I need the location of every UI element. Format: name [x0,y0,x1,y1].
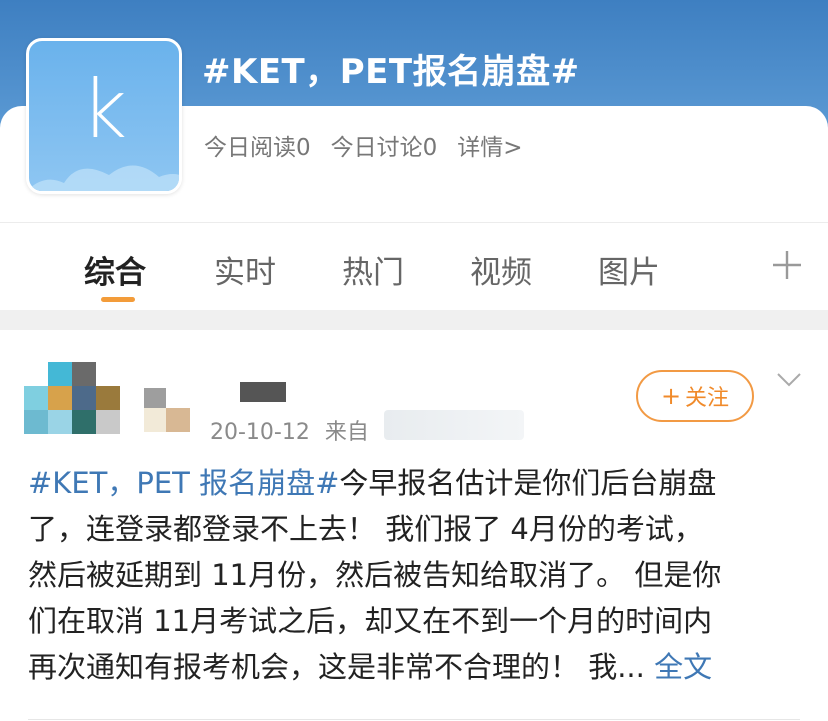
chevron-down-icon[interactable] [776,372,802,388]
follow-button[interactable]: + 关注 [636,370,754,422]
user-avatar-pixelated[interactable] [24,362,122,434]
post-source-label: 来自 [324,420,369,445]
post-meta: 20-10-12 来自 [210,414,369,446]
user-name-pixelated[interactable] [144,382,290,408]
tab-hot[interactable]: 热门 [342,247,404,292]
follow-label: 关注 [685,386,730,411]
hashtag-link[interactable]: #KET，PET 报名崩盘# [28,466,339,500]
post-line-3: 然后被延期到 11月份，然后被告知给取消了。 但是你 [28,558,722,592]
topic-stats: 今日阅读0 今日讨论0 详情> [204,128,523,162]
section-divider [0,310,828,330]
today-discussions: 今日讨论0 [330,135,438,161]
read-full-link[interactable]: 全文 [654,650,712,684]
active-tab-indicator [101,297,135,302]
topic-title: #KET，PET报名崩盘# [202,52,580,92]
user-name-pixelated-lower [144,408,190,432]
post-bottom-divider [28,719,800,720]
post-line-2: 了，连登录都登录不上去！ 我们报了 4月份的考试， [28,512,703,546]
add-tab-icon[interactable] [770,248,804,282]
post-text-segment: 今早报名估计是你们后台崩盘 [339,466,717,500]
today-reads: 今日阅读0 [204,135,311,161]
post-line-5: 再次通知有报考机会，这是非常不合理的！ 我... 全文 [28,644,796,690]
tab-images[interactable]: 图片 [598,247,660,292]
post-source-blurred [384,410,524,440]
tab-realtime[interactable]: 实时 [214,247,276,292]
topic-avatar: k [26,38,182,194]
post-line-1: #KET，PET 报名崩盘#今早报名估计是你们后台崩盘 [28,460,796,506]
post-text-segment: 再次通知有报考机会，这是非常不合理的！ 我... [28,650,645,684]
plus-icon: + [660,382,682,410]
details-link[interactable]: 详情> [457,128,522,162]
post-line-4: 们在取消 11月考试之后，却又在不到一个月的时间内 [28,604,713,638]
post-card: 20-10-12 来自 + 关注 #KET，PET 报名崩盘#今早报名估计是你们… [0,330,828,721]
post-date: 20-10-12 [210,420,310,445]
cloud-decoration [29,165,179,191]
tab-comprehensive[interactable]: 综合 [84,247,146,292]
tab-video[interactable]: 视频 [470,247,532,292]
post-body: #KET，PET 报名崩盘#今早报名估计是你们后台崩盘 了，连登录都登录不上去！… [28,460,796,690]
tab-bar: 综合 实时 热门 视频 图片 [0,222,828,310]
